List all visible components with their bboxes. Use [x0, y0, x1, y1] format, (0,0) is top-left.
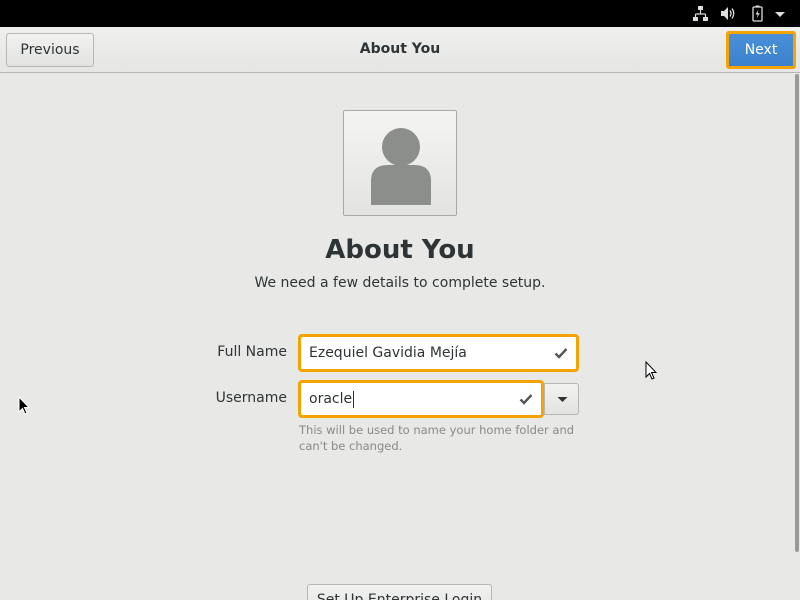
- network-icon[interactable]: [692, 5, 709, 22]
- header-title: About You: [359, 41, 441, 57]
- page-subtitle: We need a few details to complete setup.: [254, 275, 546, 291]
- avatar-button[interactable]: [343, 110, 457, 216]
- page-heading: About You: [325, 235, 475, 265]
- mouse-pointer-icon: [645, 361, 657, 380]
- chevron-down-icon: [557, 397, 568, 402]
- next-button[interactable]: Next: [726, 31, 796, 69]
- user-avatar-icon: [371, 128, 431, 205]
- checkmark-icon: [554, 348, 568, 359]
- header-bar: Previous About You Next: [0, 27, 800, 73]
- previous-button[interactable]: Previous: [6, 33, 94, 67]
- battery-icon[interactable]: [749, 5, 766, 22]
- full-name-field[interactable]: Ezequiel Gavidia Mejía: [298, 334, 579, 372]
- enterprise-login-button[interactable]: Set Up Enterprise Login: [307, 584, 492, 600]
- username-suggestions-dropdown[interactable]: [544, 383, 579, 415]
- system-menu-arrow-icon[interactable]: [774, 5, 791, 22]
- username-value: oracle: [309, 391, 353, 407]
- mouse-pointer-icon: [18, 396, 30, 415]
- checkmark-icon: [519, 394, 533, 405]
- full-name-value: Ezequiel Gavidia Mejía: [309, 345, 467, 361]
- username-label: Username: [215, 390, 287, 406]
- system-top-bar: [0, 0, 800, 27]
- scrollbar[interactable]: [795, 74, 799, 552]
- username-hint: This will be used to name your home fold…: [299, 423, 575, 453]
- volume-icon[interactable]: [720, 5, 737, 22]
- username-field[interactable]: oracle: [298, 380, 544, 418]
- text-cursor: [353, 390, 355, 408]
- full-name-label: Full Name: [217, 344, 287, 360]
